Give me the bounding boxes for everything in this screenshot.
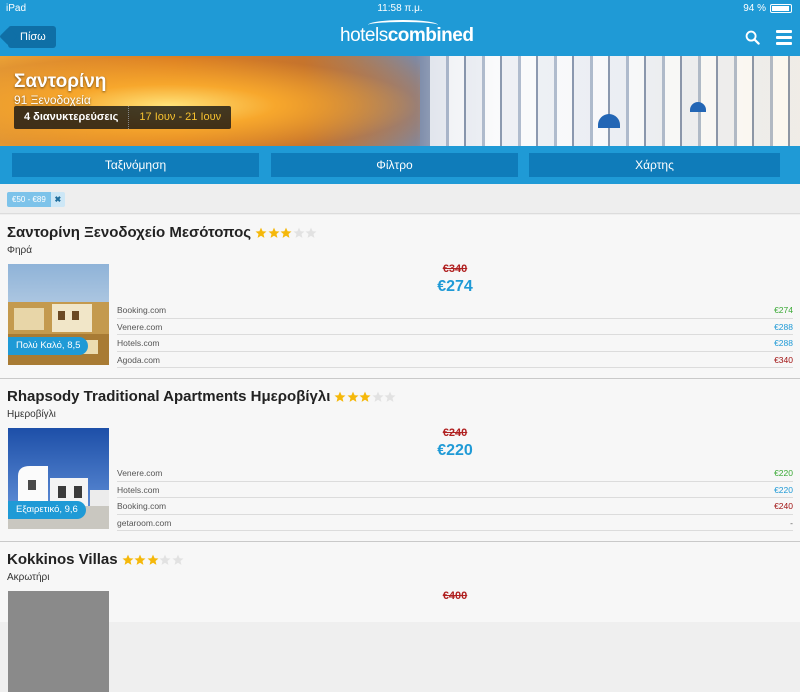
star-empty-icon bbox=[305, 227, 317, 238]
provider-name: Booking.com bbox=[117, 501, 167, 511]
provider-name: Hotels.com bbox=[117, 484, 160, 495]
star-filled-icon bbox=[122, 554, 134, 565]
provider-row[interactable]: Venere.com €220 bbox=[117, 465, 793, 482]
price-filter-chip[interactable]: €50 - €89 ✖ bbox=[7, 192, 65, 207]
star-rating bbox=[255, 227, 318, 239]
star-empty-icon bbox=[293, 227, 305, 238]
nights-label: 4 διανυκτερεύσεις bbox=[14, 106, 130, 129]
logo[interactable]: hotelscombined bbox=[340, 20, 474, 51]
provider-name: getaroom.com bbox=[117, 517, 172, 528]
village-houses bbox=[430, 56, 800, 146]
star-empty-icon bbox=[372, 391, 384, 402]
review-score-badge: Εξαιρετικό, 9,6 bbox=[8, 501, 86, 519]
provider-list: Booking.com €274 Venere.com €288 Hotels.co… bbox=[117, 302, 793, 368]
provider-price: €340 bbox=[774, 354, 793, 365]
provider-price: €240 bbox=[774, 501, 793, 511]
star-filled-icon bbox=[280, 227, 292, 238]
star-rating bbox=[334, 391, 397, 403]
menu-icon[interactable] bbox=[776, 30, 792, 45]
hotel-name-row: Kokkinos Villas bbox=[7, 551, 184, 568]
star-empty-icon bbox=[172, 554, 184, 565]
best-price[interactable]: €220 bbox=[0, 442, 800, 460]
best-price[interactable]: €274 bbox=[0, 278, 800, 296]
back-label: Πίσω bbox=[20, 31, 46, 43]
active-filters-bar: €50 - €89 ✖ bbox=[0, 184, 800, 214]
provider-row[interactable]: Hotels.com €288 bbox=[117, 335, 793, 352]
star-filled-icon bbox=[268, 227, 280, 238]
search-icon[interactable] bbox=[745, 30, 760, 45]
battery-indicator: 94 % bbox=[743, 3, 792, 14]
hotel-listing[interactable]: Rhapsody Traditional Apartments Ημεροβίγ… bbox=[0, 379, 800, 542]
provider-name: Hotels.com bbox=[117, 338, 160, 348]
provider-price: €274 bbox=[774, 305, 793, 315]
star-filled-icon bbox=[359, 391, 371, 402]
blue-dome bbox=[690, 102, 706, 112]
provider-list: Venere.com €220 Hotels.com €220 Booking.co… bbox=[117, 465, 793, 531]
hotel-name-row: Σαντορίνη Ξενοδοχείο Μεσότοπος bbox=[7, 224, 318, 241]
provider-row[interactable]: Venere.com €288 bbox=[117, 319, 793, 335]
provider-price: €288 bbox=[774, 321, 793, 332]
hotel-listing[interactable]: Σαντορίνη Ξενοδοχείο Μεσότοπος Φηρά Πολύ… bbox=[0, 215, 800, 379]
provider-name: Booking.com bbox=[117, 305, 167, 315]
provider-row[interactable]: getaroom.com - bbox=[117, 515, 793, 531]
provider-price: €220 bbox=[774, 484, 793, 495]
star-filled-icon bbox=[347, 391, 359, 402]
battery-percent: 94 % bbox=[743, 3, 766, 14]
battery-icon bbox=[770, 4, 792, 13]
provider-row[interactable]: Hotels.com €220 bbox=[117, 482, 793, 498]
original-price: €400 bbox=[442, 590, 468, 602]
original-price: €340 bbox=[442, 263, 468, 275]
status-bar: iPad 11:58 π.μ. 94 % bbox=[0, 0, 800, 18]
hotel-location: Φηρά bbox=[7, 245, 33, 256]
clock: 11:58 π.μ. bbox=[377, 3, 423, 14]
dates-label: 17 Ιουν - 21 Ιουν bbox=[139, 111, 222, 123]
star-filled-icon bbox=[334, 391, 346, 402]
hotel-name-row: Rhapsody Traditional Apartments Ημεροβίγ… bbox=[7, 388, 397, 405]
provider-price: - bbox=[790, 517, 793, 528]
map-button[interactable]: Χάρτης bbox=[529, 153, 780, 177]
hotel-name[interactable]: Σαντορίνη Ξενοδοχείο Μεσότοπος bbox=[7, 224, 251, 241]
provider-price: €288 bbox=[774, 338, 793, 348]
nav-bar: Πίσω hotelscombined bbox=[0, 18, 800, 56]
price-filter-label: €50 - €89 bbox=[7, 192, 51, 207]
original-price: €240 bbox=[442, 427, 468, 439]
hotel-name[interactable]: Rhapsody Traditional Apartments Ημεροβίγ… bbox=[7, 388, 330, 405]
hotel-photo[interactable] bbox=[8, 591, 109, 692]
review-score-badge: Πολύ Καλό, 8,5 bbox=[8, 337, 89, 355]
hotel-listing[interactable]: Kokkinos Villas Ακρωτήρι €400 bbox=[0, 542, 800, 692]
destination-hero-image bbox=[0, 56, 800, 146]
hotel-location: Ημεροβίγλι bbox=[7, 409, 56, 420]
star-empty-icon bbox=[159, 554, 171, 565]
destination-title: Σαντορίνη bbox=[14, 71, 107, 92]
filter-button[interactable]: Φίλτρο bbox=[271, 153, 518, 177]
logo-swoosh bbox=[368, 20, 438, 30]
sort-button[interactable]: Ταξινόμηση bbox=[12, 153, 259, 177]
provider-row[interactable]: Booking.com €274 bbox=[117, 302, 793, 319]
provider-row[interactable]: Agoda.com €340 bbox=[117, 352, 793, 368]
star-filled-icon bbox=[255, 227, 267, 238]
provider-name: Venere.com bbox=[117, 468, 163, 478]
star-rating bbox=[122, 554, 185, 566]
back-button[interactable]: Πίσω bbox=[8, 26, 56, 48]
hotel-location: Ακρωτήρι bbox=[7, 572, 50, 583]
star-filled-icon bbox=[147, 554, 159, 565]
star-filled-icon bbox=[134, 554, 146, 565]
hotel-name[interactable]: Kokkinos Villas bbox=[7, 551, 118, 568]
provider-row[interactable]: Booking.com €240 bbox=[117, 498, 793, 515]
provider-price: €220 bbox=[774, 468, 793, 478]
provider-name: Venere.com bbox=[117, 321, 163, 332]
stay-summary[interactable]: 4 διανυκτερεύσεις 17 Ιουν - 21 Ιουν bbox=[14, 106, 232, 129]
hotel-count: 91 Ξενοδοχεία bbox=[14, 93, 91, 107]
star-empty-icon bbox=[384, 391, 396, 402]
provider-name: Agoda.com bbox=[117, 354, 160, 365]
remove-filter-icon[interactable]: ✖ bbox=[50, 192, 65, 207]
action-bar: Ταξινόμηση Φίλτρο Χάρτης bbox=[0, 146, 800, 184]
